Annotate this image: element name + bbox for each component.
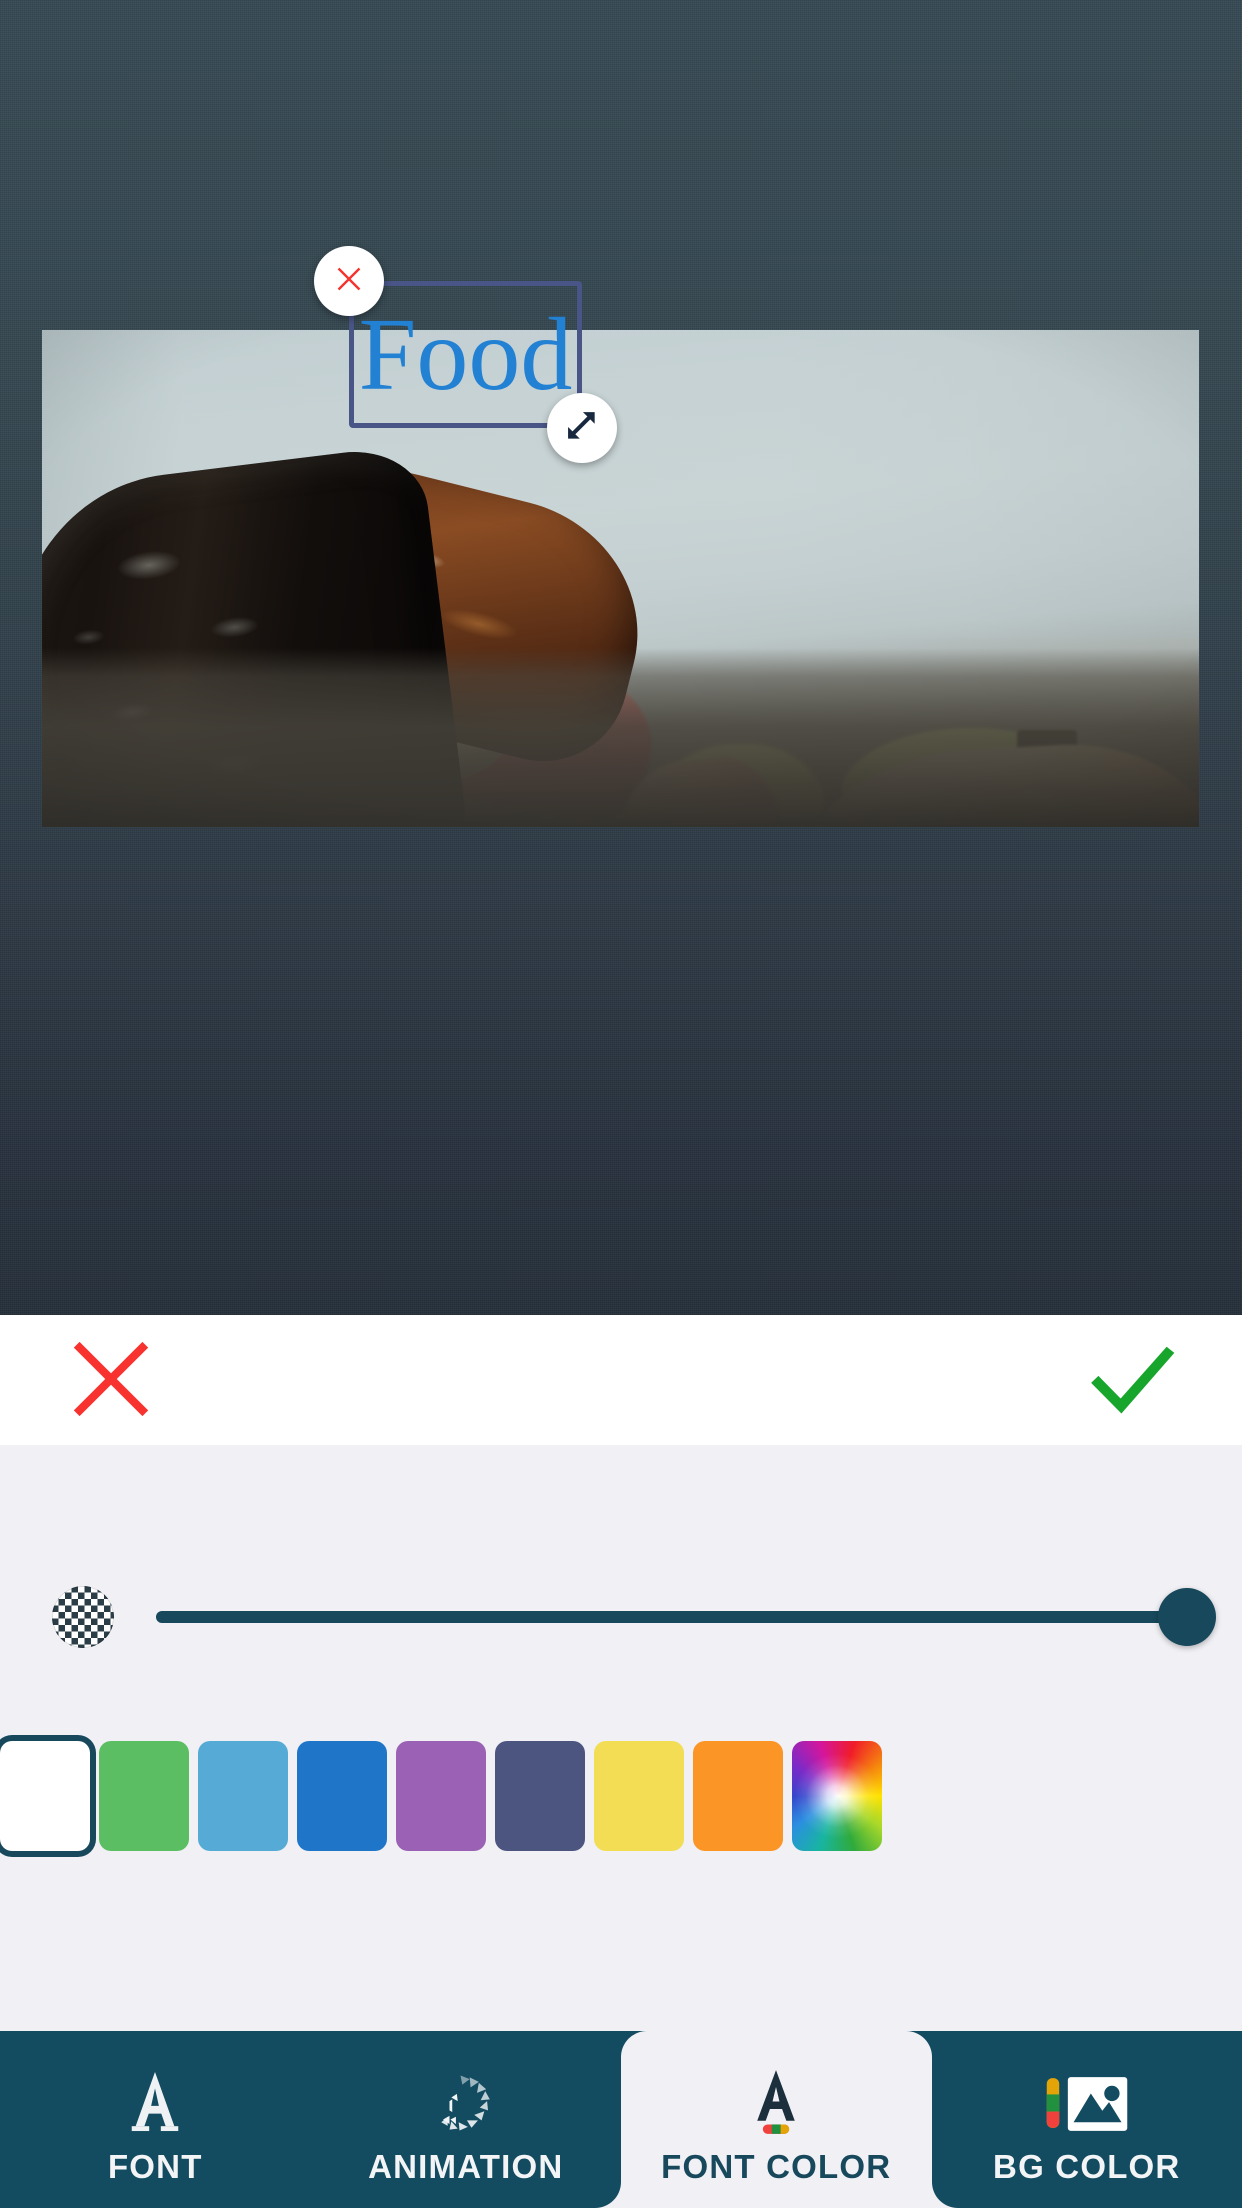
close-x-icon xyxy=(332,262,366,301)
delete-text-handle[interactable] xyxy=(314,246,384,316)
resize-diagonal-icon xyxy=(563,407,601,450)
image-color-icon xyxy=(1041,2062,1133,2136)
tab-animation[interactable]: ANIMATION xyxy=(311,2031,622,2208)
confirm-button[interactable] xyxy=(1076,1330,1186,1430)
swatch-orange[interactable] xyxy=(693,1741,792,1851)
tab-animation-label: ANIMATION xyxy=(368,2147,564,2185)
cancel-button[interactable] xyxy=(56,1330,166,1430)
tab-font-color-label: FONT COLOR xyxy=(661,2147,892,2185)
letter-a-color-icon xyxy=(746,2062,806,2136)
color-swatch-row xyxy=(0,1741,1242,1851)
swatch-yellow[interactable] xyxy=(594,1741,693,1851)
tab-list: FONT ANIMATION FONT COLOR BG COLOR xyxy=(0,2031,1242,2208)
bottom-tabbar: FONT ANIMATION FONT COLOR BG COLOR xyxy=(0,2031,1242,2208)
text-overlay-object[interactable]: Food xyxy=(314,246,617,463)
opacity-slider[interactable] xyxy=(156,1586,1216,1648)
swatch-blue[interactable] xyxy=(297,1741,396,1851)
tab-font-color[interactable]: FONT COLOR xyxy=(595,2031,958,2208)
color-wheel-icon xyxy=(792,1741,882,1851)
slider-fill xyxy=(156,1611,1190,1623)
tab-notch-left xyxy=(595,2182,621,2208)
overlay-text[interactable]: Food xyxy=(359,302,573,407)
swatch-color-wheel[interactable] xyxy=(792,1741,891,1851)
motion-swirl-icon xyxy=(433,2062,499,2136)
slider-thumb[interactable] xyxy=(1158,1588,1216,1646)
swatch-orange-chip xyxy=(693,1741,783,1851)
swatch-blue-chip xyxy=(297,1741,387,1851)
swatch-green-chip xyxy=(99,1741,189,1851)
swatch-white[interactable] xyxy=(0,1741,99,1851)
tab-font[interactable]: FONT xyxy=(0,2031,311,2208)
swatch-white-chip xyxy=(0,1741,90,1851)
opacity-slider-row xyxy=(0,1562,1242,1672)
swatch-light-blue[interactable] xyxy=(198,1741,297,1851)
color-panel xyxy=(0,1445,1242,2031)
swatch-yellow-chip xyxy=(594,1741,684,1851)
swatch-green[interactable] xyxy=(99,1741,198,1851)
tab-font-label: FONT xyxy=(107,2147,203,2185)
checkerboard-transparency-icon[interactable] xyxy=(52,1586,114,1648)
swatch-indigo[interactable] xyxy=(495,1741,594,1851)
red-x-icon xyxy=(65,1333,157,1428)
swatch-light-blue-chip xyxy=(198,1741,288,1851)
tab-bg-color[interactable]: BG COLOR xyxy=(932,2031,1242,2208)
resize-text-handle[interactable] xyxy=(547,393,617,463)
tab-bg-color-label: BG COLOR xyxy=(993,2147,1181,2185)
green-check-icon xyxy=(1085,1333,1177,1428)
photo-tabletop xyxy=(42,648,1199,827)
text-editor-screen: Food FONT ANIMATION FONT COLOR BG COLOR xyxy=(0,0,1242,2208)
swatch-indigo-chip xyxy=(495,1741,585,1851)
photo-image xyxy=(42,330,1199,827)
tab-notch-right xyxy=(931,2182,958,2208)
canvas-area: Food xyxy=(0,0,1242,1315)
swatch-purple-chip xyxy=(396,1741,486,1851)
swatch-purple[interactable] xyxy=(396,1741,495,1851)
preview-photo[interactable] xyxy=(42,330,1199,827)
letter-a-icon xyxy=(124,2062,186,2136)
confirm-bar xyxy=(0,1315,1242,1445)
